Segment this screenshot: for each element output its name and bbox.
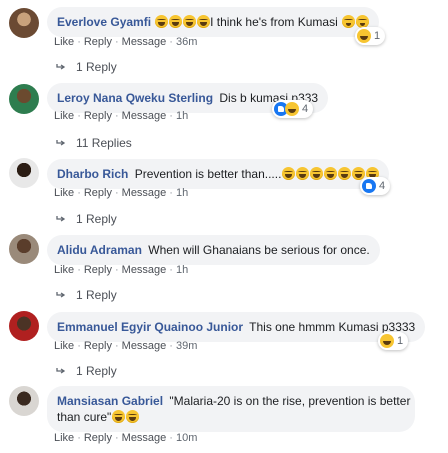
- view-replies[interactable]: 1 Reply: [56, 364, 117, 378]
- like-link[interactable]: Like: [54, 110, 74, 122]
- like-link[interactable]: Like: [54, 432, 74, 444]
- view-replies[interactable]: 11 Replies: [56, 136, 132, 150]
- comment-time[interactable]: 39m: [176, 340, 197, 352]
- comment-time[interactable]: 1h: [176, 264, 188, 276]
- comment-time[interactable]: 1h: [176, 110, 188, 122]
- message-link[interactable]: Message: [122, 264, 167, 276]
- view-replies[interactable]: 1 Reply: [56, 212, 117, 226]
- comment-bubble: Dharbo Rich Prevention is better than...…: [47, 159, 390, 189]
- reply-arrow-icon: [56, 140, 66, 146]
- laughing-emoji-icon: [168, 15, 182, 28]
- reaction-summary[interactable]: 1: [355, 27, 386, 45]
- like-link[interactable]: Like: [54, 187, 74, 199]
- message-link[interactable]: Message: [122, 432, 167, 444]
- comment-actions: Like · Reply · Message · 1h: [54, 110, 189, 122]
- reply-arrow-icon: [56, 216, 66, 222]
- avatar[interactable]: [9, 84, 39, 114]
- thinking-emoji-icon: [341, 15, 355, 28]
- avatar[interactable]: [9, 158, 39, 188]
- reaction-summary[interactable]: 4: [360, 177, 391, 195]
- comment-author[interactable]: Mansiasan Gabriel: [57, 394, 163, 408]
- haha-icon: [380, 334, 394, 348]
- reply-link[interactable]: Reply: [84, 264, 112, 276]
- like-link[interactable]: Like: [54, 340, 74, 352]
- replies-label: 11 Replies: [76, 136, 132, 150]
- laughing-emoji-icon: [323, 167, 337, 180]
- view-replies[interactable]: 1 Reply: [56, 288, 117, 302]
- avatar[interactable]: [9, 311, 39, 341]
- haha-icon: [357, 29, 371, 43]
- message-link[interactable]: Message: [122, 187, 167, 199]
- like-icon: [362, 179, 376, 193]
- comment-bubble: Mansiasan Gabriel "Malaria-20 is on the …: [47, 386, 415, 432]
- message-link[interactable]: Message: [122, 36, 167, 48]
- laughing-emoji-icon: [309, 167, 323, 180]
- like-link[interactable]: Like: [54, 264, 74, 276]
- laughing-emoji-icon: [182, 15, 196, 28]
- reaction-count: 4: [379, 180, 386, 192]
- replies-label: 1 Reply: [76, 364, 117, 378]
- comment-actions: Like · Reply · Message · 39m: [54, 340, 198, 352]
- laughing-emoji-icon: [196, 15, 210, 28]
- laughing-emoji-icon: [154, 15, 168, 28]
- reply-link[interactable]: Reply: [84, 110, 112, 122]
- comment-text-line-2: than cure": [57, 410, 112, 424]
- comment-author[interactable]: Everlove Gyamfi: [57, 15, 151, 29]
- comment-text: Prevention is better than.....: [134, 167, 282, 181]
- comment-author[interactable]: Alidu Adraman: [57, 243, 142, 257]
- comment-actions: Like · Reply · Message · 10m: [54, 432, 198, 444]
- message-link[interactable]: Message: [122, 340, 167, 352]
- message-link[interactable]: Message: [122, 110, 167, 122]
- laughing-emoji-icon: [125, 410, 139, 423]
- reply-arrow-icon: [56, 368, 66, 374]
- reply-link[interactable]: Reply: [84, 432, 112, 444]
- haha-icon: [285, 102, 299, 116]
- comment-text-line-1: "Malaria-20 is on the rise, prevention i…: [169, 394, 411, 408]
- avatar[interactable]: [9, 386, 39, 416]
- reaction-summary[interactable]: 4: [272, 100, 314, 118]
- reply-arrow-icon: [56, 292, 66, 298]
- laughing-emoji-icon: [295, 167, 309, 180]
- comment-time[interactable]: 1h: [176, 187, 188, 199]
- comment-time[interactable]: 10m: [176, 432, 197, 444]
- comment-time[interactable]: 36m: [176, 36, 197, 48]
- view-replies[interactable]: 1 Reply: [56, 60, 117, 74]
- avatar[interactable]: [9, 8, 39, 38]
- like-link[interactable]: Like: [54, 36, 74, 48]
- laughing-emoji-icon: [111, 410, 125, 423]
- avatar[interactable]: [9, 234, 39, 264]
- reply-link[interactable]: Reply: [84, 340, 112, 352]
- replies-label: 1 Reply: [76, 288, 117, 302]
- comment-actions: Like · Reply · Message · 36m: [54, 36, 198, 48]
- replies-label: 1 Reply: [76, 60, 117, 74]
- reply-arrow-icon: [56, 64, 66, 70]
- comment-text: I think he's from Kumasi: [210, 15, 338, 29]
- comment-bubble: Everlove Gyamfi I think he's from Kumasi: [47, 7, 380, 37]
- comment-actions: Like · Reply · Message · 1h: [54, 187, 189, 199]
- laughing-emoji-icon: [281, 167, 295, 180]
- reaction-count: 4: [302, 103, 309, 115]
- reply-link[interactable]: Reply: [84, 36, 112, 48]
- reaction-count: 1: [397, 335, 404, 347]
- reaction-summary[interactable]: 1: [378, 332, 409, 350]
- reply-link[interactable]: Reply: [84, 187, 112, 199]
- comment-text: When will Ghanaians be serious for once.: [148, 243, 370, 257]
- replies-label: 1 Reply: [76, 212, 117, 226]
- reaction-count: 1: [374, 30, 381, 42]
- comment-actions: Like · Reply · Message · 1h: [54, 264, 189, 276]
- comment-author[interactable]: Emmanuel Egyir Quainoo Junior: [57, 320, 243, 334]
- comment-author[interactable]: Dharbo Rich: [57, 167, 128, 181]
- laughing-emoji-icon: [337, 167, 351, 180]
- comment-bubble: Alidu Adraman When will Ghanaians be ser…: [47, 235, 380, 265]
- comment-bubble: Emmanuel Egyir Quainoo Junior This one h…: [47, 312, 426, 342]
- comment-author[interactable]: Leroy Nana Qweku Sterling: [57, 91, 213, 105]
